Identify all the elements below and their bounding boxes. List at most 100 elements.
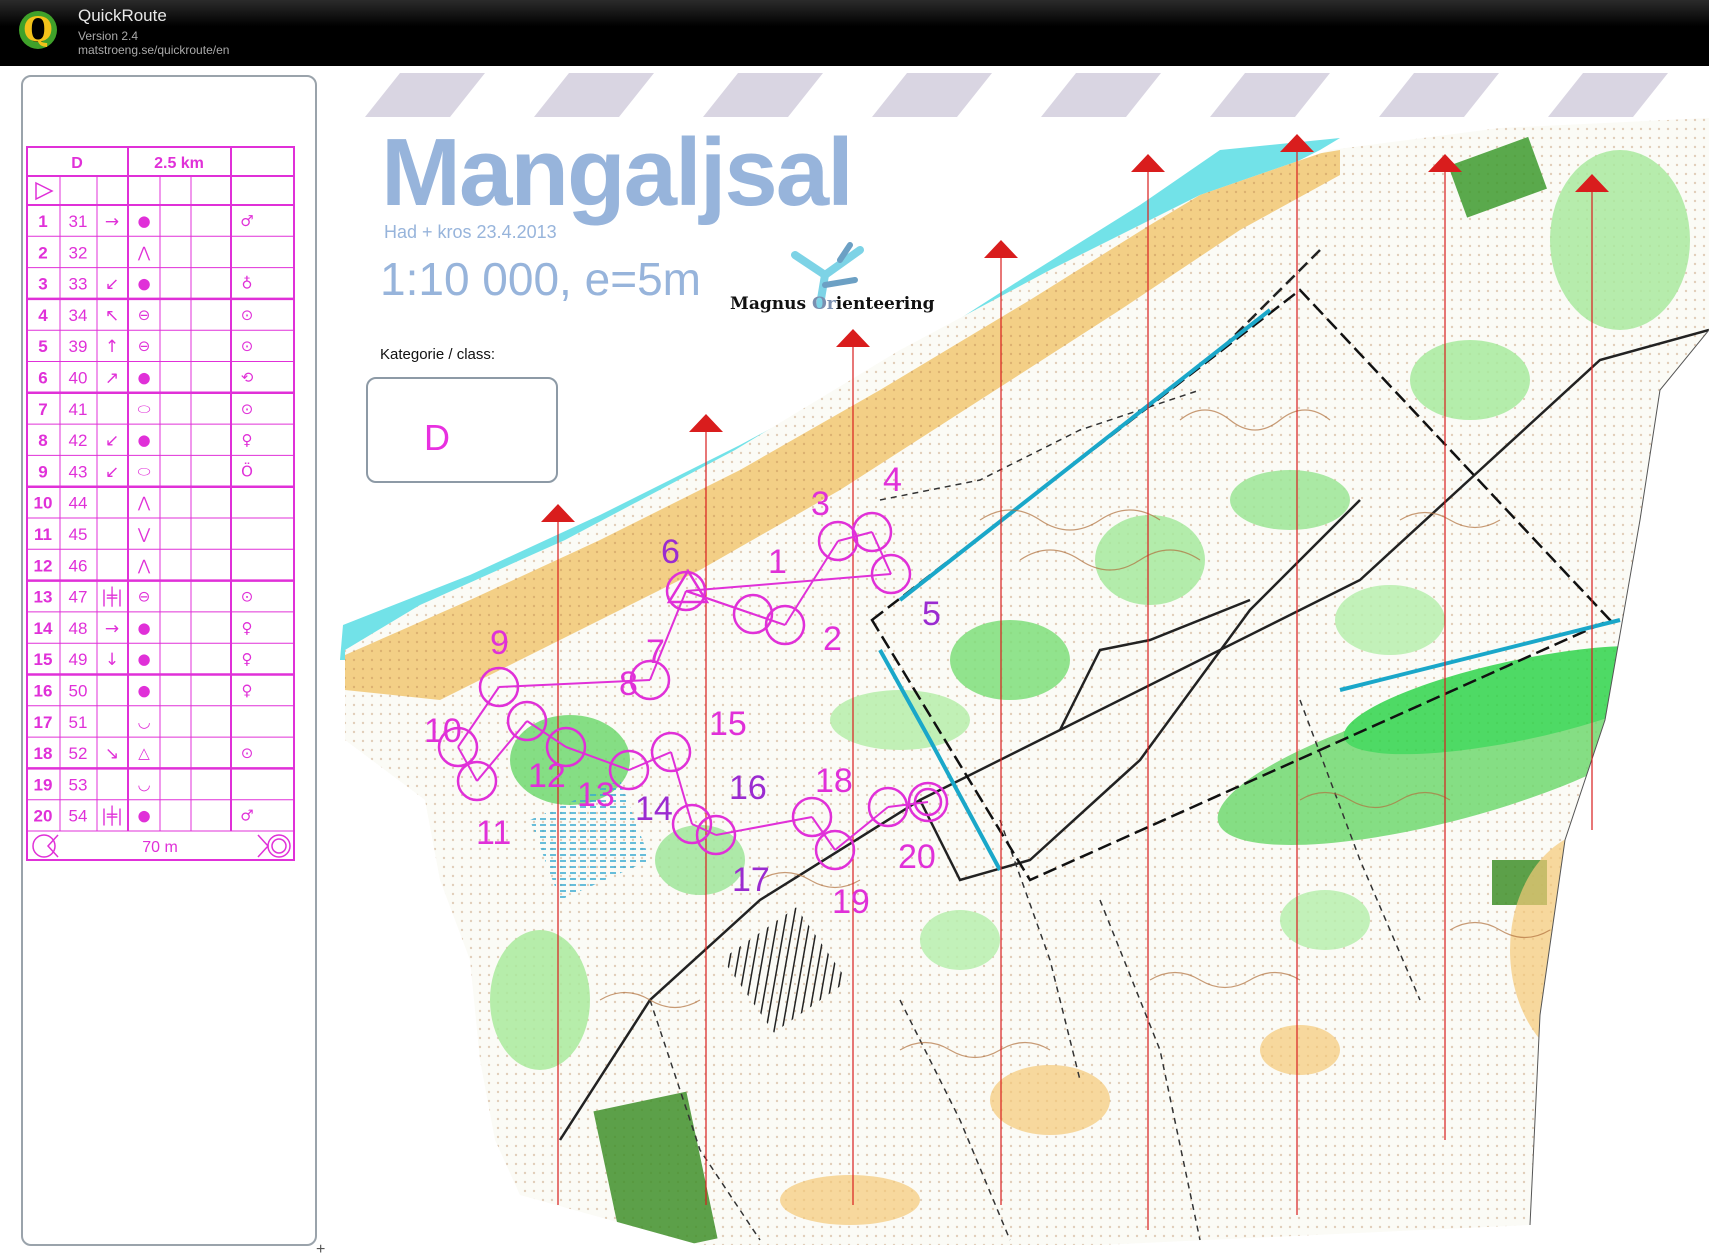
crosshair-cursor-icon: + [316, 1241, 326, 1258]
description-grid [26, 146, 295, 861]
row-feature: ⬭ [138, 462, 151, 480]
class-box: D [366, 377, 558, 483]
row-number: 7 [38, 400, 47, 419]
header-stripe [534, 73, 654, 117]
row-feature: ● [137, 619, 150, 637]
row-number: 2 [38, 243, 47, 262]
row-number: 1 [38, 212, 47, 231]
row-direction: ↖ [105, 306, 119, 326]
row-feature: ● [137, 807, 150, 825]
row-feature: ⬭ [138, 400, 151, 418]
row-feature: ⋀ [137, 494, 151, 512]
north-arrow-icon [689, 414, 723, 432]
row-feature: ⊖ [138, 337, 151, 355]
row-code: 51 [69, 713, 88, 732]
control-label: 10 [424, 712, 462, 750]
control-label: 11 [476, 814, 511, 852]
row-number: 13 [34, 588, 53, 607]
header-stripe [1041, 73, 1161, 117]
row-number: 9 [38, 462, 47, 481]
control-label: 6 [661, 533, 680, 571]
control-label: 15 [709, 705, 747, 743]
row-code: 46 [69, 556, 88, 575]
row-code: 31 [69, 212, 88, 231]
row-code: 42 [69, 431, 88, 450]
row-direction: ↙ [105, 462, 119, 482]
row-number: 18 [34, 744, 53, 763]
north-arrow-icon [984, 240, 1018, 258]
row-number: 19 [34, 775, 53, 794]
row-number: 15 [34, 650, 53, 669]
row-number: 12 [34, 556, 53, 575]
control-label: 13 [577, 776, 615, 814]
finish-start-circle-icon [32, 834, 56, 858]
row-number: 10 [34, 494, 53, 513]
control-label: 17 [732, 861, 770, 899]
row-code: 50 [69, 682, 88, 701]
row-feature: ● [137, 431, 150, 449]
control-label: 7 [646, 633, 665, 671]
orienteering-map[interactable]: 123456789101112 13 14151617181920 [322, 66, 1709, 1260]
row-direction: → [105, 619, 119, 639]
row-direction: ↑ [105, 337, 119, 357]
row-number: 8 [38, 431, 47, 450]
row-extra: ♀ [242, 619, 253, 637]
row-code: 39 [69, 337, 88, 356]
class-value: D [424, 417, 450, 458]
row-extra: ⊙ [241, 306, 254, 324]
map-header-stripes [365, 73, 1668, 117]
sheet-length: 2.5 km [154, 155, 204, 172]
north-arrow-icon [541, 504, 575, 522]
row-direction: |╪| [101, 587, 123, 608]
header-stripe [1210, 73, 1330, 117]
row-feature: ● [137, 682, 150, 700]
row-number: 11 [34, 525, 52, 544]
row-code: 54 [69, 807, 88, 826]
club-name: Magnus Orienteering [730, 294, 935, 314]
row-extra: ⊙ [241, 588, 254, 606]
header-stripe [1548, 73, 1668, 117]
row-feature: ● [137, 275, 150, 293]
header-stripe [365, 73, 485, 117]
row-extra: ♀ [242, 431, 253, 449]
row-extra: ⊙ [241, 337, 254, 355]
row-code: 32 [69, 243, 88, 262]
control-label: 18 [815, 762, 853, 800]
row-extra: ⊙ [241, 400, 254, 418]
row-code: 44 [69, 494, 88, 513]
row-number: 3 [38, 275, 47, 294]
row-code: 34 [69, 306, 88, 325]
row-number: 6 [38, 369, 47, 388]
control-label: 20 [898, 838, 936, 876]
row-feature: △ [138, 744, 150, 762]
row-number: 4 [38, 306, 48, 325]
row-extra: Ö [241, 461, 253, 480]
row-number: 16 [34, 682, 53, 701]
row-number: 5 [38, 337, 47, 356]
control-label: 14 [635, 790, 673, 828]
control-label: 16 [729, 769, 767, 807]
start-triangle-icon [35, 181, 54, 201]
row-feature: ● [137, 650, 150, 668]
row-feature: ⋁ [137, 525, 151, 543]
control-description-sheet: D 2.5 km1 31 → ● ♂2 32 ⋀3 33 ↙ ● ♁4 34 ↖ ⊖ ⊙5 39 ↑ ⊖ ⊙6 40 ↗ ●… [26, 146, 295, 861]
control-label: 4 [883, 461, 902, 499]
control-label: 2 [823, 620, 842, 658]
row-extra: ♂ [240, 212, 253, 230]
header-stripe [872, 73, 992, 117]
control-label: 5 [922, 595, 941, 633]
row-number: 17 [34, 713, 53, 732]
row-code: 47 [69, 588, 88, 607]
row-code: 45 [69, 525, 88, 544]
control-label: 12 [528, 757, 566, 795]
row-direction: ↙ [105, 431, 119, 451]
north-arrow-icon [836, 329, 870, 347]
row-direction: ↗ [105, 369, 119, 389]
class-label: Kategorie / class: [380, 346, 496, 363]
control-label: 9 [490, 624, 509, 662]
row-direction: ↙ [105, 275, 119, 295]
row-feature: ⋀ [137, 556, 151, 574]
row-extra: ♀ [242, 650, 253, 668]
row-number: 14 [34, 619, 53, 638]
row-code: 49 [69, 650, 88, 669]
